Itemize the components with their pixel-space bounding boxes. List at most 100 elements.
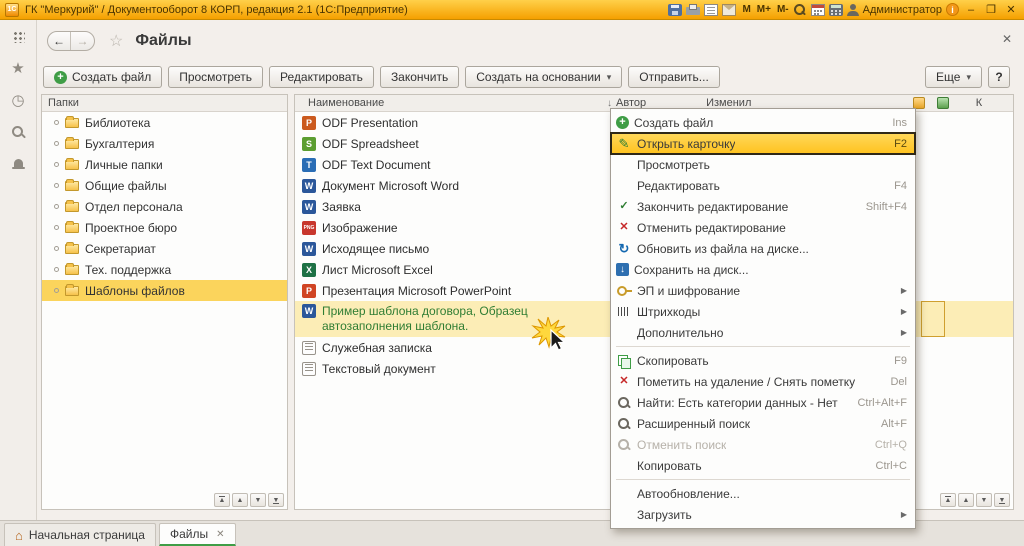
home-icon: ⌂ [15,528,23,543]
folder-icon [65,244,79,254]
file-type-icon [302,179,316,193]
menu-item-additional[interactable]: Дополнительно▶ [611,322,915,343]
menu-item-find-category[interactable]: Найти: Есть категории данных - НетCtrl+A… [611,392,915,413]
save-icon[interactable] [668,4,682,16]
folder-item-selected[interactable]: Шаблоны файлов [42,280,287,301]
menu-item-edit[interactable]: РедактироватьF4 [611,175,915,196]
tree-node-icon [54,267,59,272]
star-icon: ★ [11,61,24,76]
folder-item[interactable]: Личные папки [42,154,287,175]
memory-m-button[interactable]: М [742,3,750,17]
history-button[interactable]: ◷ [0,84,36,116]
folder-icon [65,160,79,170]
go-first-button[interactable]: ▲ [214,493,230,507]
menu-item-copy[interactable]: КопироватьCtrl+C [611,455,915,476]
tree-node-icon [54,246,59,251]
folder-item[interactable]: Тех. поддержка [42,259,287,280]
minimize-button[interactable]: – [963,4,979,16]
menu-item-advanced-search[interactable]: Расширенный поискAlt+F [611,413,915,434]
barcode-icon [616,304,632,320]
tree-node-icon [54,141,59,146]
go-up-button[interactable]: ▲ [958,493,974,507]
memory-m-plus-button[interactable]: М+ [757,3,771,17]
menu-item-cancel-editing[interactable]: Отменить редактирование [611,217,915,238]
main-menu-button[interactable] [0,20,36,52]
finish-edit-icon [616,199,632,215]
back-button[interactable]: ← [48,32,71,50]
restore-button[interactable]: ❐ [983,3,999,16]
save-to-disk-icon [616,263,629,276]
zoom-icon[interactable] [793,4,807,16]
tree-node-icon [54,120,59,125]
menu-item-autoupdate[interactable]: Автообновление... [611,483,915,504]
menu-item-open-card[interactable]: Открыть карточкуF2 [611,133,915,154]
help-button[interactable]: ? [988,66,1010,88]
print-preview-icon[interactable] [704,4,718,16]
menu-item-save-to-disk[interactable]: Сохранить на диск... [611,259,915,280]
create-file-button[interactable]: +Создать файл [43,66,162,88]
menu-separator [616,346,910,347]
add-to-favorites-icon[interactable]: ☆ [109,31,123,51]
menu-item-view[interactable]: Просмотреть [611,154,915,175]
tab-files[interactable]: Файлы ✕ [159,523,236,546]
info-icon[interactable]: i [946,3,959,16]
folder-icon [65,181,79,191]
column-header-name[interactable]: Наименование ↓ [301,97,616,109]
application-window: 1С ГК "Меркурий" / Документооборот 8 КОР… [0,0,1024,546]
notifications-button[interactable] [0,148,36,180]
column-header-k[interactable]: К [959,95,999,111]
calendar-icon[interactable] [811,4,825,16]
folder-item[interactable]: Общие файлы [42,175,287,196]
memory-m-minus-button[interactable]: М- [777,3,789,17]
favorites-button[interactable]: ★ [0,52,36,84]
menu-item-copy-new[interactable]: СкопироватьF9 [611,350,915,371]
advanced-search-icon [616,416,632,432]
submenu-arrow-icon: ▶ [891,328,907,337]
mail-icon[interactable] [722,4,736,16]
view-button[interactable]: Просмотреть [168,66,263,88]
menu-item-barcodes[interactable]: Штрихкоды▶ [611,301,915,322]
copy-item-icon [616,353,632,369]
menu-item-update-from-disk[interactable]: Обновить из файла на диске... [611,238,915,259]
folder-item[interactable]: Бухгалтерия [42,133,287,154]
folder-item[interactable]: Проектное бюро [42,217,287,238]
finish-button[interactable]: Закончить [380,66,459,88]
more-button[interactable]: Еще [925,66,982,88]
menu-item-load[interactable]: Загрузить▶ [611,504,915,525]
folder-item[interactable]: Отдел персонала [42,196,287,217]
history-nav-group: ← → [47,31,95,51]
send-button[interactable]: Отправить... [628,66,720,88]
go-down-button[interactable]: ▼ [250,493,266,507]
close-page-button[interactable]: ✕ [1002,32,1012,46]
search-button[interactable] [0,116,36,148]
tab-home[interactable]: ⌂ Начальная страница [4,523,156,546]
app-logo-icon: 1С [5,3,19,17]
printer-icon[interactable] [686,7,700,15]
folder-item[interactable]: Секретариат [42,238,287,259]
click-indicator-icon [531,317,571,355]
forward-button[interactable]: → [71,32,94,50]
clock-icon: ◷ [11,93,24,108]
current-user-label[interactable]: Администратор [863,4,942,16]
folders-header: Папки [42,95,287,112]
menu-item-mark-deletion[interactable]: Пометить на удаление / Снять пометкуDel [611,371,915,392]
go-down-button[interactable]: ▼ [976,493,992,507]
file-type-icon [302,263,316,277]
calculator-icon[interactable] [829,4,843,16]
folder-item[interactable]: Библиотека [42,112,287,133]
edit-button[interactable]: Редактировать [269,66,374,88]
go-last-button[interactable]: ▼ [268,493,284,507]
menu-separator [616,479,910,480]
close-window-button[interactable]: ✕ [1003,3,1019,16]
file-type-icon [302,304,316,318]
menu-item-finish-editing[interactable]: Закончить редактированиеShift+F4 [611,196,915,217]
go-up-button[interactable]: ▲ [232,493,248,507]
go-last-button[interactable]: ▼ [994,493,1010,507]
signature-column-icon[interactable] [937,97,949,109]
menu-item-signature-encryption[interactable]: ЭП и шифрование▶ [611,280,915,301]
go-first-button[interactable]: ▲ [940,493,956,507]
cancel-search-icon [616,437,632,453]
menu-item-create-file[interactable]: Создать файлIns [611,112,915,133]
close-tab-icon[interactable]: ✕ [216,529,224,540]
create-based-on-button[interactable]: Создать на основании [465,66,622,88]
